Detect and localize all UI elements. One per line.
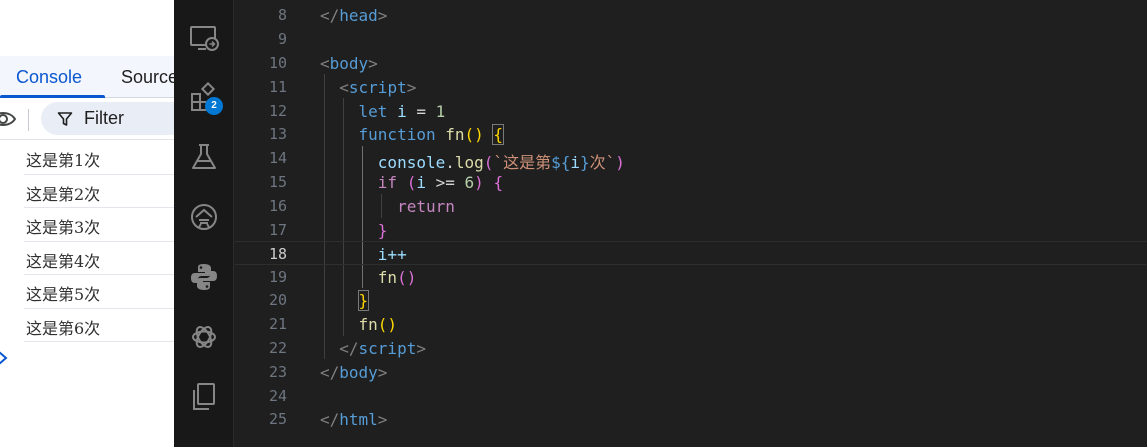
console-log-list: 这是第1次 这是第2次 这是第3次 这是第4次 这是第5次 这是第6次 (0, 141, 174, 342)
copy-files-icon[interactable] (188, 381, 220, 413)
filter-icon (57, 112, 73, 126)
code-line: 10 <body> (235, 51, 1147, 75)
code-text: </script> (339, 339, 426, 358)
line-number: 22 (268, 339, 287, 357)
devtools-tab-bar: Console Sources (0, 56, 174, 98)
code-line: 25 </html> (235, 407, 1147, 431)
live-share-icon[interactable] (188, 201, 220, 233)
testing-flask-icon[interactable] (188, 141, 220, 173)
line-number: 8 (277, 6, 287, 24)
code-text: i++ (377, 245, 407, 264)
code-line: 23 </body> (235, 360, 1147, 384)
code-text: <script> (339, 78, 417, 97)
tab-console[interactable]: Console (16, 67, 82, 88)
code-line: 24 (235, 384, 1147, 408)
console-log-row: 这是第6次 (24, 309, 174, 342)
console-log-text: 这是第3次 (26, 218, 101, 237)
eye-icon[interactable] (0, 108, 16, 130)
tab-sources[interactable]: Sources (121, 67, 174, 88)
code-text: fn() (358, 315, 398, 334)
code-line: 9 (235, 27, 1147, 51)
code-line: 20 } (235, 288, 1147, 312)
activity-bar: 2 (174, 0, 234, 447)
line-number: 15 (268, 173, 287, 191)
code-text: } (377, 221, 388, 240)
code-line: 12 let i = 1 (235, 99, 1147, 123)
line-number: 25 (268, 410, 287, 428)
code-text: } (357, 290, 370, 311)
code-text: </html> (320, 410, 388, 429)
console-log-row: 这是第1次 (24, 141, 174, 175)
code-text: let i = 1 (358, 102, 446, 121)
code-line: 19 fn() (235, 265, 1147, 289)
code-line: 11 <script> (235, 75, 1147, 99)
console-log-text: 这是第4次 (26, 251, 101, 271)
code-line: 14 console.log(`这是第${i}次`) (235, 146, 1147, 172)
line-number: 14 (268, 149, 287, 167)
line-number: 11 (268, 78, 287, 96)
console-log-row: 这是第3次 (24, 208, 174, 242)
line-number: 16 (268, 197, 287, 215)
code-text: </body> (320, 363, 388, 382)
console-log-row: 这是第5次 (24, 275, 174, 309)
code-text: return (397, 197, 455, 216)
filter-placeholder: Filter (84, 108, 124, 128)
line-number: 10 (268, 54, 287, 72)
code-text: <body> (320, 54, 378, 73)
python-icon[interactable] (188, 261, 220, 293)
line-number: 19 (268, 268, 287, 286)
code-text: function fn() { (358, 124, 505, 145)
code-line: 16 return (235, 194, 1147, 218)
code-line-active: 18 i++ (235, 241, 1147, 265)
line-number: 24 (268, 387, 287, 405)
code-text: fn() (377, 268, 417, 287)
code-line: 22 </script> (235, 336, 1147, 360)
line-number: 21 (268, 315, 287, 333)
devtools-top-area (0, 0, 174, 56)
code-editor[interactable]: 8 </head> 9 10 <body> 11 <script> 12 let… (235, 0, 1147, 447)
line-number: 9 (277, 30, 287, 48)
code-line: 8 </head> (235, 3, 1147, 27)
line-number: 18 (268, 245, 287, 263)
code-line: 21 fn() (235, 312, 1147, 336)
console-toolbar: Filter (0, 98, 174, 140)
line-number: 17 (268, 221, 287, 239)
console-log-row: 这是第2次 (24, 175, 174, 208)
console-log-text: 这是第6次 (26, 318, 101, 338)
code-line: 15 if (i >= 6) { (235, 170, 1147, 194)
devtools-panel: Console Sources Filter 这是第1次 这是第2次 这是第3次… (0, 0, 174, 447)
remote-explorer-icon[interactable] (188, 22, 220, 54)
toolbar-divider (28, 109, 29, 131)
extensions-badge: 2 (205, 97, 223, 115)
console-log-text: 这是第1次 (26, 151, 101, 170)
line-number: 12 (268, 102, 287, 120)
code-line: 13 function fn() { (235, 122, 1147, 146)
console-log-text: 这是第5次 (26, 285, 101, 304)
line-number: 23 (268, 363, 287, 381)
line-number: 20 (268, 291, 287, 309)
code-text: </head> (320, 6, 388, 25)
code-line: 17 } (235, 218, 1147, 242)
console-prompt-chevron-icon[interactable] (0, 349, 10, 367)
console-log-row: 这是第4次 (24, 242, 174, 275)
line-number: 13 (268, 125, 287, 143)
openai-icon[interactable] (188, 321, 220, 353)
code-text: if (i >= 6) { (377, 173, 504, 192)
filter-input[interactable]: Filter (41, 102, 174, 135)
console-log-text: 这是第2次 (26, 184, 101, 204)
